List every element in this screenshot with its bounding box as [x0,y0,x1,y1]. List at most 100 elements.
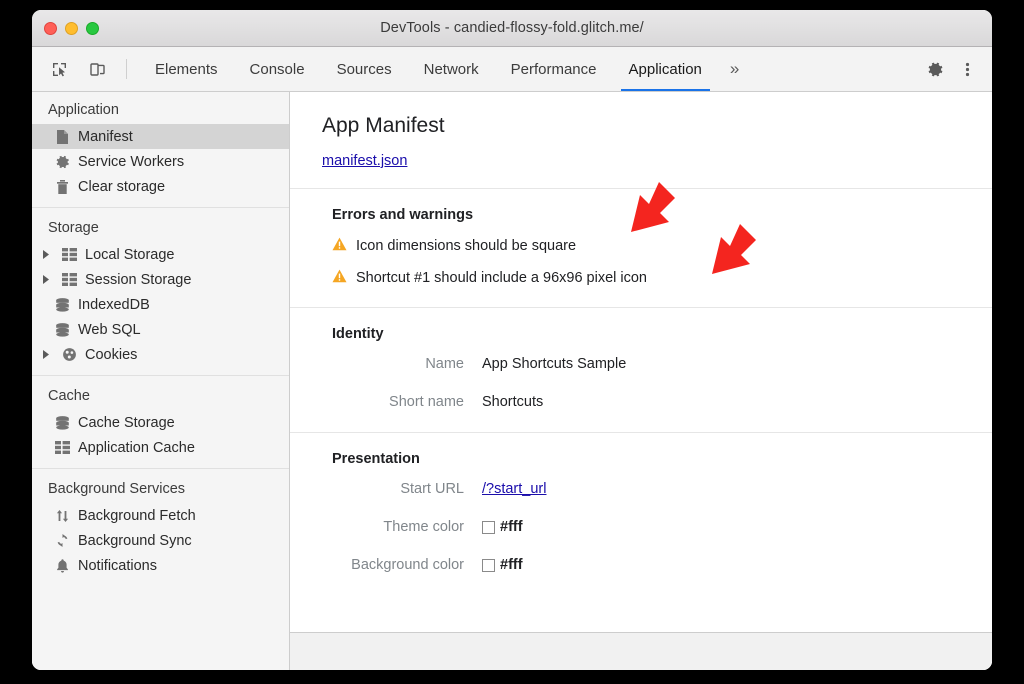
gear-icon [54,153,71,170]
warning-text: Shortcut #1 should include a 96x96 pixel… [356,270,647,286]
tab-label: Console [250,61,305,78]
sidebar-item-label: Cookies [85,347,137,363]
field-label: Start URL [332,481,482,497]
sidebar-item-label: Web SQL [78,322,141,338]
sidebar-group-title: Background Services [32,477,289,503]
tab-label: Performance [511,61,597,78]
field-value: App Shortcuts Sample [482,356,626,372]
database-icon [54,414,71,431]
color-hex-label: #fff [500,519,523,535]
window-titlebar: DevTools - candied-flossy-fold.glitch.me… [32,10,992,47]
devtools-toolbar: Elements Console Sources Network Perform… [32,47,992,92]
warning-triangle-icon [332,269,347,287]
sidebar-item-label: Cache Storage [78,415,175,431]
application-sidebar: Application Manifest [32,92,290,670]
chevron-right-icon[interactable] [40,350,51,359]
minimize-window-button[interactable] [65,22,78,35]
sync-icon [54,532,71,549]
close-window-button[interactable] [44,22,57,35]
trash-icon [54,178,71,195]
warning-row: Icon dimensions should be square [332,237,992,255]
tab-label: Elements [155,61,218,78]
section-title: Errors and warnings [332,207,992,223]
sidebar-item-label: IndexedDB [78,297,150,313]
sidebar-item-session-storage[interactable]: Session Storage [32,267,289,292]
tab-label: Application [629,61,702,78]
tab-sources[interactable]: Sources [321,47,408,91]
sidebar-item-cache-storage[interactable]: Cache Storage [32,410,289,435]
sidebar-item-cookies[interactable]: Cookies [32,342,289,367]
tab-performance[interactable]: Performance [495,47,613,91]
identity-section: Identity Name App Shortcuts Sample Short… [290,307,992,432]
presentation-section: Presentation Start URL /?start_url Theme… [290,432,992,595]
tab-network[interactable]: Network [408,47,495,91]
sidebar-item-background-fetch[interactable]: Background Fetch [32,503,289,528]
three-dot-menu-icon[interactable] [952,54,982,84]
table-icon [61,246,78,263]
chevron-right-icon[interactable] [40,250,51,259]
field-row-short-name: Short name Shortcuts [332,394,992,410]
sidebar-item-service-workers[interactable]: Service Workers [32,149,289,174]
sidebar-item-background-sync[interactable]: Background Sync [32,528,289,553]
more-tabs-icon[interactable]: » [718,47,751,91]
warning-text: Icon dimensions should be square [356,238,576,254]
sidebar-item-manifest[interactable]: Manifest [32,124,289,149]
chevron-right-icon[interactable] [40,275,51,284]
sidebar-item-label: Manifest [78,129,133,145]
sidebar-item-label: Clear storage [78,179,165,195]
color-swatch-icon[interactable] [482,559,495,572]
color-swatch-icon[interactable] [482,521,495,534]
table-icon [54,439,71,456]
toolbar-right-icons [905,47,992,91]
sidebar-group-title: Application [32,98,289,124]
field-row-start-url: Start URL /?start_url [332,481,992,497]
sidebar-item-indexeddb[interactable]: IndexedDB [32,292,289,317]
tab-label: Sources [337,61,392,78]
sidebar-group-application: Application Manifest [32,98,289,201]
panel-tabs: Elements Console Sources Network Perform… [133,47,905,91]
field-row-theme-color: Theme color #fff [332,519,992,535]
panel-footer-strip [290,632,992,670]
devtools-window: DevTools - candied-flossy-fold.glitch.me… [32,10,992,670]
tab-elements[interactable]: Elements [139,47,234,91]
field-label: Name [332,356,482,372]
sidebar-group-background-services: Background Services Background Fetch [32,468,289,580]
zoom-window-button[interactable] [86,22,99,35]
document-icon [54,128,71,145]
manifest-json-link[interactable]: manifest.json [322,153,407,169]
sidebar-item-clear-storage[interactable]: Clear storage [32,174,289,199]
tab-console[interactable]: Console [234,47,321,91]
database-icon [54,321,71,338]
sidebar-item-web-sql[interactable]: Web SQL [32,317,289,342]
sidebar-item-label: Service Workers [78,154,184,170]
gear-icon[interactable] [920,54,950,84]
sidebar-group-cache: Cache Cache Storage [32,375,289,462]
updown-arrows-icon [54,507,71,524]
sidebar-item-label: Session Storage [85,272,191,288]
sidebar-item-local-storage[interactable]: Local Storage [32,242,289,267]
table-icon [61,271,78,288]
manifest-panel: App Manifest manifest.json Errors and wa… [290,92,992,670]
field-label: Theme color [332,519,482,535]
sidebar-item-label: Local Storage [85,247,174,263]
database-icon [54,296,71,313]
field-label: Background color [332,557,482,573]
bell-icon [54,557,71,574]
field-row-background-color: Background color #fff [332,557,992,573]
sidebar-group-storage: Storage [32,207,289,369]
sidebar-item-notifications[interactable]: Notifications [32,553,289,578]
sidebar-item-application-cache[interactable]: Application Cache [32,435,289,460]
tab-application[interactable]: Application [613,47,718,91]
section-title: Identity [332,326,992,342]
window-title: DevTools - candied-flossy-fold.glitch.me… [32,20,992,36]
inspect-element-icon[interactable] [44,54,74,84]
sidebar-group-title: Cache [32,384,289,410]
sidebar-item-label: Notifications [78,558,157,574]
device-toolbar-icon[interactable] [82,54,112,84]
sidebar-item-label: Background Fetch [78,508,196,524]
field-row-name: Name App Shortcuts Sample [332,356,992,372]
background-color-value: #fff [482,557,523,573]
start-url-link[interactable]: /?start_url [482,481,546,497]
sidebar-item-label: Application Cache [78,440,195,456]
errors-and-warnings-section: Errors and warnings Icon dimensions shou… [290,188,992,307]
